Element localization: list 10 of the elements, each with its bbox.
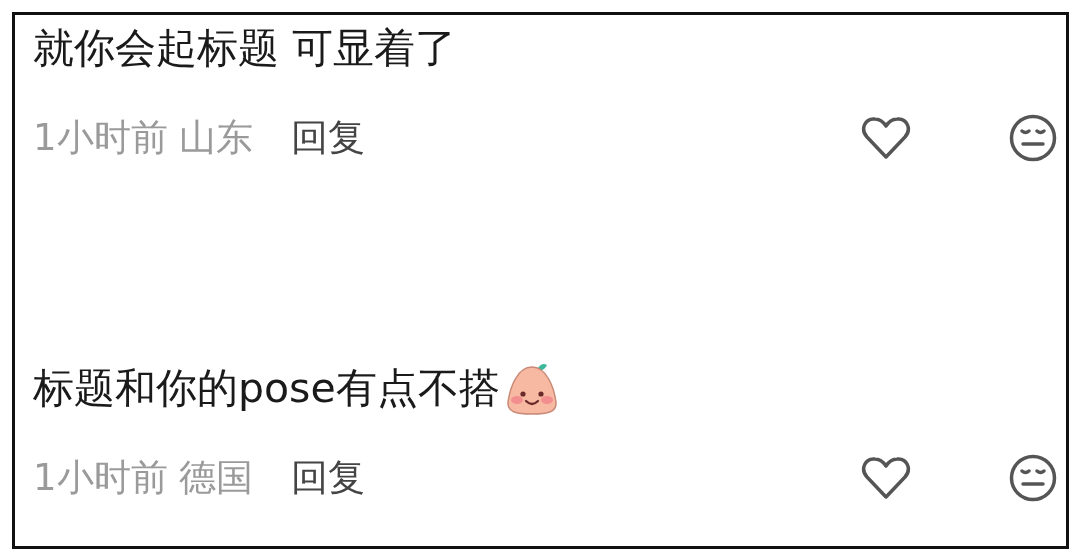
- comment-text: 标题和你的pose有点不搭: [33, 363, 500, 414]
- comment-text: 就你会起标题 可显着了: [33, 23, 457, 74]
- time-location: 1小时前 山东: [33, 115, 254, 161]
- reply-link[interactable]: 回复: [291, 453, 366, 503]
- heart-icon[interactable]: [861, 455, 911, 501]
- neutral-face-icon[interactable]: [1008, 453, 1058, 503]
- heart-icon[interactable]: [861, 115, 911, 161]
- time-location: 1小时前 德国: [33, 455, 254, 501]
- neutral-face-icon[interactable]: [1008, 113, 1058, 163]
- reply-link[interactable]: 回复: [291, 113, 366, 163]
